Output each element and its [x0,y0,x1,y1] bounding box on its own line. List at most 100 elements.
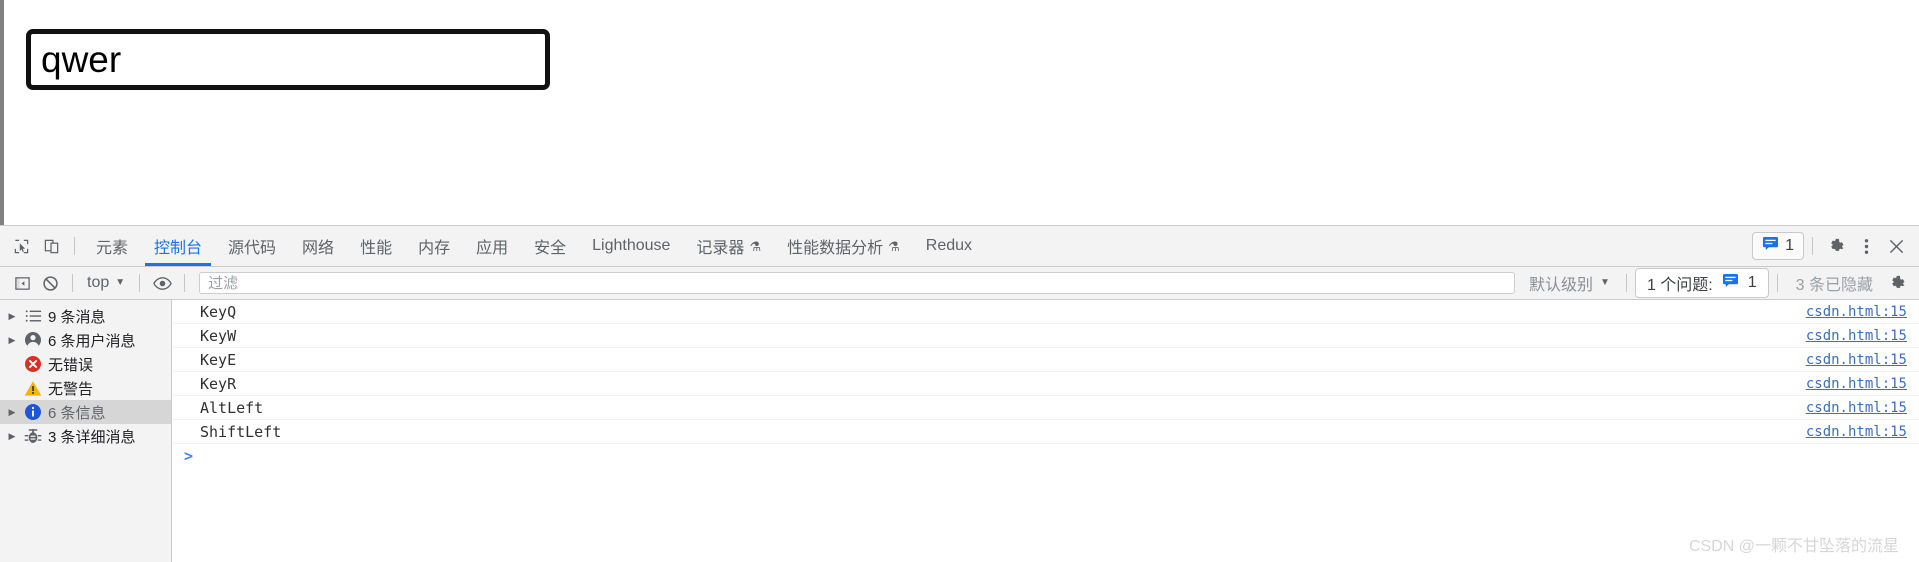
message-source-link[interactable]: csdn.html:15 [1806,400,1907,416]
tab-label: 内存 [418,240,451,257]
tab-lighthouse[interactable]: Lighthouse [579,226,683,266]
message-text: KeyW [200,326,237,345]
console-message-row[interactable]: AltLeft csdn.html:15 [172,396,1919,420]
tab-elements[interactable]: 元素 [83,226,141,266]
expand-arrow-icon[interactable]: ▶ [4,431,20,441]
console-toolbar-divider-2 [139,274,141,292]
clear-console-icon[interactable] [36,270,64,296]
console-body: ▶ 9 条消息 ▶ 6 条用户消息 无错误 无警告 ▶ 6 条信息 ▶ 3 条详… [0,300,1919,562]
message-text: AltLeft [200,398,264,417]
web-page-viewport [0,0,1919,225]
tab-security[interactable]: 安全 [521,226,579,266]
log-level-selector[interactable]: 默认级别 ▼ [1521,271,1618,295]
tab-memory[interactable]: 内存 [405,226,463,266]
devtools-tabstrip: 元素 控制台 源代码 网络 性能 内存 应用 安全 Lighthouse 记录器… [0,226,1919,267]
expand-arrow-icon[interactable]: ▶ [4,311,20,321]
console-toolbar-divider-4 [1625,274,1627,292]
execution-context-label: top [87,274,110,291]
gear-icon[interactable] [1883,270,1911,296]
sidebar-item-label: 9 条消息 [48,308,106,326]
issues-chip-button[interactable]: 1 [1752,232,1804,260]
tab-performance-insights[interactable]: 性能数据分析 ⚗ [774,226,913,266]
execution-context-selector[interactable]: top ▼ [81,274,131,292]
message-text: ShiftLeft [200,422,282,441]
console-toolbar-divider-5 [1776,274,1778,292]
message-source-link[interactable]: csdn.html:15 [1806,352,1907,368]
tab-label: 应用 [476,240,509,257]
more-vertical-icon[interactable] [1851,231,1881,261]
sidebar-item-info[interactable]: ▶ 6 条信息 [0,400,171,424]
tab-label: 控制台 [154,240,203,257]
console-toolbar-divider-3 [184,274,186,292]
tab-console[interactable]: 控制台 [141,226,215,266]
tab-redux[interactable]: Redux [913,226,985,266]
tab-label: 元素 [96,240,129,257]
console-sidebar: ▶ 9 条消息 ▶ 6 条用户消息 无错误 无警告 ▶ 6 条信息 ▶ 3 条详… [0,300,172,562]
tabstrip-divider-right [1812,237,1813,255]
tab-label: 性能数据分析 [787,240,884,257]
message-source-link[interactable]: csdn.html:15 [1806,304,1907,320]
tab-label: Lighthouse [592,237,671,254]
message-source-link[interactable]: csdn.html:15 [1806,424,1907,440]
tab-recorder[interactable]: 记录器 ⚗ [683,226,774,266]
tab-label: 源代码 [228,240,277,257]
message-text: KeyQ [200,302,237,321]
sidebar-item-warnings[interactable]: ▶ 无警告 [0,376,171,400]
close-icon[interactable] [1881,231,1911,261]
sidebar-item-all-messages[interactable]: ▶ 9 条消息 [0,304,171,328]
tabstrip-actions: 1 [1752,231,1919,261]
message-source-link[interactable]: csdn.html:15 [1806,376,1907,392]
tab-label: 性能 [360,240,393,257]
log-level-label: 默认级别 [1529,277,1594,294]
watermark: CSDN @一颗不甘坠落的流星 [1688,538,1899,555]
chevron-down-icon: ▼ [1600,277,1610,288]
expand-arrow-icon[interactable]: ▶ [4,407,20,417]
filter-input[interactable] [199,272,1516,294]
text-input[interactable] [26,29,550,90]
flask-icon: ⚗ [888,238,900,254]
console-toolbar-divider-1 [72,274,73,292]
device-toolbar-icon[interactable] [36,231,66,261]
inspect-cursor-icon[interactable] [6,231,36,261]
tab-network[interactable]: 网络 [289,226,347,266]
issue-message-icon [1722,273,1739,293]
expand-arrow-icon[interactable]: ▶ [4,335,20,345]
sidebar-item-errors[interactable]: ▶ 无错误 [0,352,171,376]
sidebar-item-verbose[interactable]: ▶ 3 条详细消息 [0,424,171,448]
console-message-row[interactable]: KeyQ csdn.html:15 [172,300,1919,324]
verbose-bug-icon [20,428,46,445]
sidebar-item-label: 3 条详细消息 [48,428,136,446]
info-icon [20,403,46,421]
sidebar-item-label: 无错误 [48,356,94,374]
sidebar-item-label: 6 条用户消息 [48,332,136,350]
chevron-down-icon: ▼ [115,277,126,288]
message-text: KeyE [200,350,237,369]
tab-label: 网络 [302,240,335,257]
sidebar-item-label: 无警告 [48,380,94,398]
tab-performance[interactable]: 性能 [347,226,405,266]
gear-icon[interactable] [1821,231,1851,261]
prompt-caret-icon: > [184,447,194,465]
tabstrip-divider [74,237,75,255]
issues-count: 1 [1785,237,1794,254]
live-expression-icon[interactable] [148,270,176,296]
user-icon [20,331,46,349]
screenshot-root: 元素 控制台 源代码 网络 性能 内存 应用 安全 [0,0,1919,562]
console-message-row[interactable]: ShiftLeft csdn.html:15 [172,420,1919,444]
console-message-row[interactable]: KeyW csdn.html:15 [172,324,1919,348]
sidebar-item-user-messages[interactable]: ▶ 6 条用户消息 [0,328,171,352]
message-source-link[interactable]: csdn.html:15 [1806,328,1907,344]
console-prompt[interactable]: > [172,444,1919,468]
tab-sources[interactable]: 源代码 [215,226,289,266]
console-message-row[interactable]: KeyE csdn.html:15 [172,348,1919,372]
issues-count: 1 [1747,274,1757,291]
console-message-list: KeyQ csdn.html:15 KeyW csdn.html:15 KeyE… [172,300,1919,562]
show-console-sidebar-icon[interactable] [8,270,36,296]
issue-message-icon [1762,236,1779,256]
devtools-panel: 元素 控制台 源代码 网络 性能 内存 应用 安全 Lighthouse 记录器… [0,225,1919,562]
issues-toolbar-button[interactable]: 1 个问题: 1 [1634,268,1769,298]
console-message-row[interactable]: KeyR csdn.html:15 [172,372,1919,396]
console-filter-toolbar: top ▼ 默认级别 ▼ 1 个问题: [0,267,1919,300]
flask-icon: ⚗ [749,238,762,254]
tab-application[interactable]: 应用 [463,226,521,266]
